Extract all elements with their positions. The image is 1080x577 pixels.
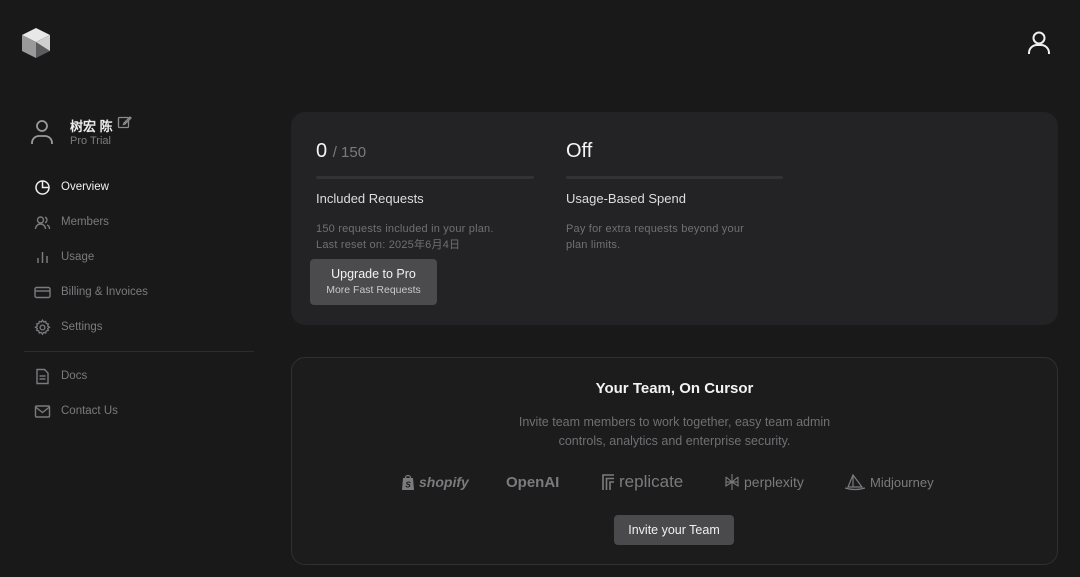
- requests-total: / 150: [332, 144, 367, 161]
- profile-plan: Pro Trial: [70, 135, 111, 147]
- sidebar-item-label: Settings: [61, 321, 103, 333]
- sidebar-divider: [24, 351, 254, 352]
- sidebar-item-members[interactable]: Members: [34, 211, 109, 233]
- sidebar-item-label: Docs: [61, 370, 88, 382]
- replicate-logo: replicate: [602, 471, 683, 493]
- sidebar-item-docs[interactable]: Docs: [34, 365, 87, 387]
- usage-spend-desc-line: Pay for extra requests beyond your: [566, 223, 745, 235]
- brand-name: Midjourney: [870, 474, 934, 490]
- svg-text:S: S: [405, 480, 411, 489]
- requests-progress-bar: [316, 176, 534, 179]
- requests-count: 0 / 150: [316, 140, 366, 163]
- bar-chart-icon: [37, 251, 48, 263]
- team-desc-line: Invite team members to work together, ea…: [518, 415, 831, 429]
- shopify-logo: S shopify: [401, 471, 469, 493]
- requests-reset-date: Last reset on: 2025年6月4日: [316, 239, 461, 251]
- sidebar-item-label: Billing & Invoices: [61, 286, 148, 298]
- requests-used: 0: [316, 140, 328, 162]
- brand-name: perplexity: [744, 474, 804, 490]
- midjourney-logo: Midjourney: [844, 471, 934, 493]
- requests-description: 150 requests included in your plan. Last…: [316, 221, 494, 253]
- usage-spend-title: Usage-Based Spend: [566, 191, 686, 206]
- sidebar-item-overview[interactable]: Overview: [34, 176, 109, 198]
- profile-avatar-icon: [31, 120, 53, 144]
- requests-title: Included Requests: [316, 191, 424, 206]
- edit-icon[interactable]: [117, 115, 132, 130]
- sidebar-item-label: Overview: [61, 181, 109, 193]
- team-description: Invite team members to work together, ea…: [291, 413, 1058, 451]
- usage-spend-desc-line: plan limits.: [566, 239, 621, 251]
- sidebar-item-usage[interactable]: Usage: [34, 246, 94, 268]
- replicate-mark-icon: [602, 474, 614, 490]
- upgrade-label: Upgrade to Pro: [331, 267, 416, 281]
- sidebar-item-label: Contact Us: [61, 405, 118, 417]
- user-icon[interactable]: [1024, 28, 1054, 58]
- team-title: Your Team, On Cursor: [595, 380, 754, 397]
- mail-icon: [34, 404, 51, 418]
- perplexity-logo: perplexity: [724, 471, 804, 493]
- pie-chart-icon: [35, 179, 50, 195]
- usage-spend-description: Pay for extra requests beyond your plan …: [566, 221, 744, 253]
- shopify-bag-icon: S: [402, 474, 414, 490]
- cursor-logo[interactable]: [20, 26, 52, 60]
- sidebar-item-billing[interactable]: Billing & Invoices: [34, 281, 148, 303]
- openai-logo: OpenAI: [506, 471, 559, 493]
- brand-name: shopify: [419, 474, 469, 490]
- upgrade-to-pro-button[interactable]: Upgrade to Pro More Fast Requests: [310, 259, 437, 305]
- credit-card-icon: [34, 286, 51, 298]
- requests-desc-line: 150 requests included in your plan.: [316, 223, 494, 235]
- brand-name: OpenAI: [506, 473, 560, 491]
- upgrade-sublabel: More Fast Requests: [326, 284, 421, 296]
- gear-icon: [34, 318, 51, 335]
- usage-spend-status: Off: [566, 140, 593, 162]
- sidebar-item-settings[interactable]: Settings: [34, 316, 103, 338]
- perplexity-mark-icon: [725, 474, 739, 490]
- users-icon: [34, 215, 51, 229]
- sidebar-item-label: Usage: [61, 251, 95, 263]
- team-desc-line: controls, analytics and enterprise secur…: [558, 434, 791, 448]
- document-icon: [36, 368, 49, 384]
- brand-name: replicate: [619, 472, 684, 491]
- profile-name: 树宏 陈: [70, 119, 113, 134]
- sidebar-item-label: Members: [61, 216, 109, 228]
- usage-spend-bar: [566, 176, 783, 179]
- sidebar-item-contact[interactable]: Contact Us: [34, 400, 118, 422]
- invite-team-button[interactable]: Invite your Team: [614, 515, 734, 545]
- midjourney-boat-icon: [844, 473, 866, 491]
